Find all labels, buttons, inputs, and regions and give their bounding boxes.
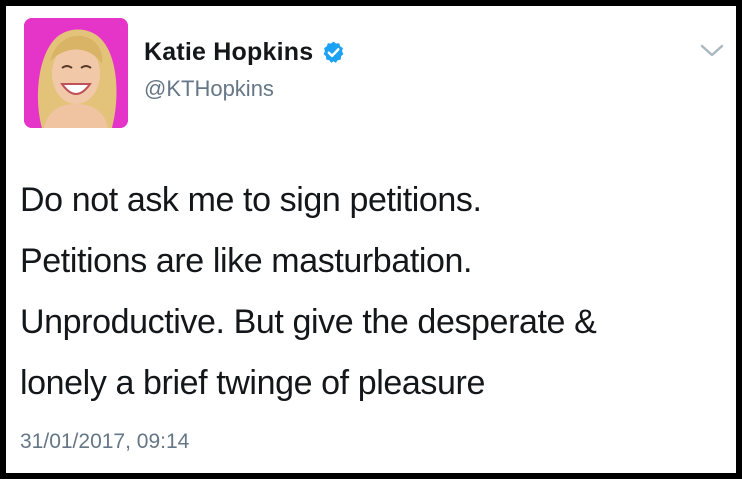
- author-name-row[interactable]: Katie Hopkins: [144, 38, 346, 67]
- chevron-down-icon[interactable]: [699, 42, 725, 60]
- avatar[interactable]: [24, 18, 128, 128]
- verified-badge-icon: [323, 41, 344, 63]
- tweet-text-line: Petitions are like masturbation.: [20, 242, 473, 280]
- tweet-text-line: Unproductive. But give the desperate &: [20, 303, 597, 341]
- tweet-timestamp[interactable]: 31/01/2017, 09:14: [20, 430, 189, 454]
- tweet-card: Katie Hopkins @KTHopkins Do not ask me t…: [6, 6, 736, 473]
- tweet-text-line: lonely a brief twinge of pleasure: [20, 364, 485, 402]
- author-handle[interactable]: @KTHopkins: [144, 76, 274, 102]
- avatar-portrait-icon: [24, 18, 128, 128]
- tweet-text: Do not ask me to sign petitions. Petitio…: [20, 170, 726, 414]
- author-display-name[interactable]: Katie Hopkins: [144, 38, 313, 67]
- tweet-text-line: Do not ask me to sign petitions.: [20, 181, 482, 219]
